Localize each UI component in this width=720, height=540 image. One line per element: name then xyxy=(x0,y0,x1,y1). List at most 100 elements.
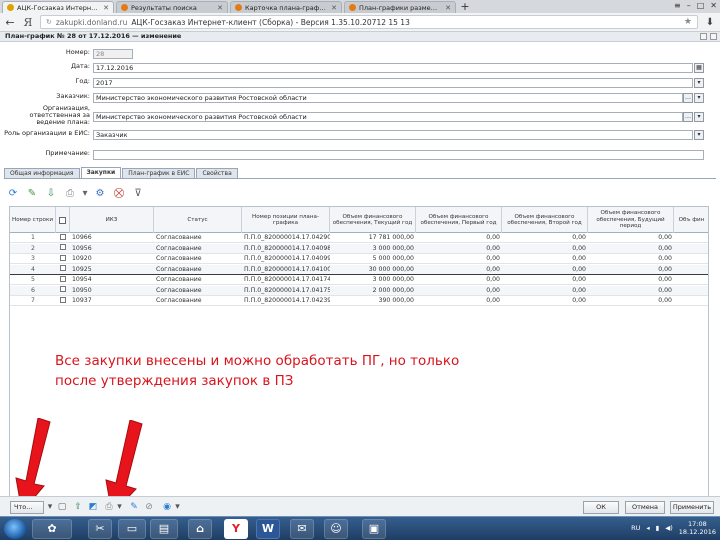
date-field[interactable]: 17.12.2016 xyxy=(93,63,693,73)
downloads-icon[interactable]: ⬇ xyxy=(704,17,716,28)
import-icon[interactable]: ⇩ xyxy=(44,187,58,201)
taskbar-app-files-icon[interactable]: ▤ xyxy=(150,519,178,539)
col-status[interactable]: Статус xyxy=(154,207,242,233)
year-field[interactable]: 2017 xyxy=(93,78,693,88)
taskbar-app-image-icon[interactable]: ✉ xyxy=(290,519,314,539)
apply-button[interactable]: Применить xyxy=(670,501,714,514)
col-position-number[interactable]: Номер позиции плана-графика xyxy=(242,207,330,233)
maximize-icon[interactable]: □ xyxy=(697,1,705,10)
customer-lookup-icon[interactable]: … xyxy=(683,93,693,103)
row-select-cell[interactable] xyxy=(56,275,70,285)
col-fin-extra[interactable]: Объ фин xyxy=(674,207,708,233)
globe-dropdown-icon[interactable]: ▾ xyxy=(174,501,181,513)
taskbar-app-yandex-icon[interactable]: Y xyxy=(224,519,248,539)
settings-icon[interactable]: ⚙ xyxy=(93,187,107,201)
col-ikz[interactable]: ИКЗ xyxy=(70,207,154,233)
taskbar-app-browser-icon[interactable]: ✿ xyxy=(32,519,72,539)
print-dropdown-icon[interactable]: ▾ xyxy=(116,501,123,513)
row-checkbox[interactable] xyxy=(60,254,66,261)
row-select-cell[interactable] xyxy=(56,254,70,264)
tab-plan-in-eis[interactable]: План-график в ЕИС xyxy=(122,168,196,178)
row-checkbox[interactable] xyxy=(60,275,66,282)
close-tab-icon[interactable]: ✕ xyxy=(217,4,223,12)
refresh-icon[interactable]: ⟳ xyxy=(6,187,20,201)
calendar-icon[interactable]: ▦ xyxy=(694,63,704,73)
link-icon[interactable]: ✎ xyxy=(128,501,140,513)
print-dropdown-icon[interactable]: ▾ xyxy=(82,187,88,201)
table-row[interactable]: 6 10950 Согласование П.П.0_820000014.17.041… xyxy=(10,285,708,296)
close-tab-icon[interactable]: ✕ xyxy=(103,4,109,12)
bookmark-star-icon[interactable]: ★ xyxy=(684,17,692,27)
cancel-button[interactable]: Отмена xyxy=(625,501,665,514)
print-icon[interactable]: ⎙ xyxy=(103,501,115,513)
url-field[interactable]: ↻ zakupki.donland.ru АЦК-Госзаказ Интерн… xyxy=(40,15,698,29)
row-select-cell[interactable] xyxy=(56,286,70,296)
refresh-icon[interactable]: ↻ xyxy=(46,18,52,26)
new-tab-button[interactable]: + xyxy=(459,1,471,13)
browser-tab-4[interactable]: План-графики размещен ✕ xyxy=(344,1,456,13)
row-checkbox[interactable] xyxy=(60,296,66,303)
clock[interactable]: 17:08 18.12.2016 xyxy=(679,520,716,536)
back-arrow-icon[interactable]: ← xyxy=(4,16,16,29)
number-field[interactable]: 28 xyxy=(93,49,133,59)
close-tab-icon[interactable]: ✕ xyxy=(445,4,451,12)
row-checkbox[interactable] xyxy=(60,233,66,240)
actions-dropdown[interactable]: Что... xyxy=(10,501,44,514)
menu-icon[interactable]: ≡ xyxy=(674,1,681,10)
table-row[interactable]: 4 10925 Согласование П.П.0_820000014.17.041… xyxy=(10,264,708,275)
taskbar-app-network-icon[interactable]: ⌂ xyxy=(188,519,212,539)
role-dropdown-icon[interactable]: ▾ xyxy=(694,130,704,140)
browser-tab-3[interactable]: Карточка плана-графика ✕ xyxy=(230,1,342,13)
table-row[interactable]: 5 10954 Согласование П.П.0_820000014.17.041… xyxy=(10,275,708,285)
attach-doc-icon[interactable]: ◩ xyxy=(87,501,99,513)
print-icon[interactable]: ⎙ xyxy=(63,187,77,201)
row-select-cell[interactable] xyxy=(56,244,70,254)
ok-button[interactable]: ОК xyxy=(583,501,619,514)
year-dropdown-icon[interactable]: ▾ xyxy=(694,78,704,88)
language-indicator[interactable]: RU xyxy=(631,524,640,532)
role-select[interactable]: Заказчик xyxy=(93,130,693,140)
tab-purchases[interactable]: Закупки xyxy=(80,167,122,178)
taskbar-app-tools-icon[interactable]: ✂ xyxy=(88,519,112,539)
col-select-all[interactable] xyxy=(56,207,70,233)
taskbar-app-folder-icon[interactable]: ▭ xyxy=(118,519,146,539)
close-tab-icon[interactable]: ✕ xyxy=(331,4,337,12)
close-document-icon[interactable] xyxy=(710,33,717,40)
browser-tab-1[interactable]: АЦК-Госзаказ Интернет-клиент ✕ xyxy=(2,1,114,13)
col-fin-first-year[interactable]: Объем финансового обеспечения, Первый го… xyxy=(416,207,502,233)
row-select-cell[interactable] xyxy=(56,296,70,306)
browser-tab-2[interactable]: Результаты поиска ✕ xyxy=(116,1,228,13)
taskbar-app-window-icon[interactable]: ▣ xyxy=(362,519,386,539)
row-checkbox[interactable] xyxy=(60,286,66,292)
organization-field[interactable]: Министерство экономического развития Рос… xyxy=(93,112,683,122)
export-icon[interactable]: ⇪ xyxy=(72,501,84,513)
customer-field[interactable]: Министерство экономического развития Рос… xyxy=(93,93,683,103)
row-select-cell[interactable] xyxy=(56,233,70,243)
start-button[interactable] xyxy=(4,519,26,539)
row-select-cell[interactable] xyxy=(56,265,70,275)
tab-general-info[interactable]: Общая информация xyxy=(4,168,80,178)
clear-filter-icon[interactable]: ⛒ xyxy=(112,187,126,201)
col-fin-future[interactable]: Объем финансового обеспечения, Будущий п… xyxy=(588,207,674,233)
table-row[interactable]: 7 10937 Согласование П.П.0_820000014.17.042… xyxy=(10,296,708,306)
taskbar-app-user-icon[interactable]: ☺ xyxy=(324,519,348,539)
volume-icon[interactable]: ◀) xyxy=(665,524,673,532)
organization-lookup-icon[interactable]: … xyxy=(683,112,693,122)
restore-icon[interactable] xyxy=(700,33,707,40)
close-window-icon[interactable]: ✕ xyxy=(710,1,717,10)
unlink-icon[interactable]: ⊘ xyxy=(143,501,155,513)
row-checkbox[interactable] xyxy=(60,244,66,250)
filter-icon[interactable]: ⊽ xyxy=(131,187,145,201)
table-row[interactable]: 3 10920 Согласование П.П.0_820000014.17.040… xyxy=(10,254,708,264)
network-icon[interactable]: ▮ xyxy=(656,524,660,532)
document-icon[interactable]: ▢ xyxy=(56,501,68,513)
tray-arrow-icon[interactable]: ◂ xyxy=(646,524,649,532)
table-row[interactable]: 1 10966 Согласование П.П.0_820000014.17.042… xyxy=(10,233,708,243)
taskbar-app-word-icon[interactable]: W xyxy=(256,519,280,539)
note-field[interactable] xyxy=(93,150,704,160)
col-fin-current-year[interactable]: Объем финансового обеспечения, Текущий г… xyxy=(330,207,416,233)
edit-icon[interactable]: ✎ xyxy=(25,187,39,201)
col-row-number[interactable]: Номер строки xyxy=(10,207,56,233)
customer-dropdown-icon[interactable]: ▾ xyxy=(694,93,704,103)
table-row[interactable]: 2 10956 Согласование П.П.0_820000014.17.040… xyxy=(10,243,708,254)
